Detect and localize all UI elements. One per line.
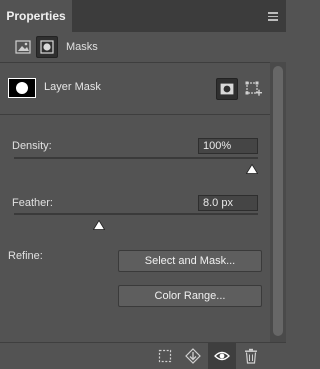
color-range-button[interactable]: Color Range...	[118, 285, 262, 307]
density-field[interactable]: 100%	[198, 138, 258, 154]
mask-thumbnail[interactable]	[8, 78, 36, 98]
load-selection-icon[interactable]	[156, 347, 174, 365]
tab-properties[interactable]: Properties	[0, 0, 72, 32]
properties-panel: Properties Masks Layer Mask Density: 100…	[0, 0, 286, 369]
feather-label: Feather:	[12, 197, 53, 209]
eye-icon	[213, 347, 231, 365]
vector-mask-icon[interactable]	[243, 79, 263, 99]
apply-mask-icon[interactable]	[184, 347, 202, 365]
layer-mask-label: Layer Mask	[44, 81, 101, 93]
scrollbar-thumb[interactable]	[273, 66, 283, 336]
color-range-label: Color Range...	[154, 290, 226, 302]
hamburger-menu-icon[interactable]	[268, 12, 278, 21]
feather-field[interactable]: 8.0 px	[198, 195, 258, 211]
trash-icon[interactable]	[242, 347, 260, 365]
density-label: Density:	[12, 140, 52, 152]
mask-properties-icon[interactable]	[36, 36, 58, 58]
layer-mask-row: Layer Mask	[0, 70, 270, 106]
refine-label: Refine:	[8, 250, 43, 262]
properties-type-row: Masks	[0, 32, 286, 62]
density-slider-track[interactable]	[14, 157, 258, 159]
bottom-toolbar	[0, 342, 286, 369]
density-slider-thumb[interactable]	[245, 161, 259, 174]
divider	[0, 62, 270, 63]
pixel-mask-icon[interactable]	[216, 78, 238, 100]
tab-properties-label: Properties	[6, 9, 66, 23]
masks-label: Masks	[66, 41, 98, 53]
tab-bar: Properties	[0, 0, 286, 32]
pixel-properties-icon[interactable]	[14, 38, 32, 56]
select-and-mask-button[interactable]: Select and Mask...	[118, 250, 262, 272]
feather-slider-track[interactable]	[14, 213, 258, 215]
divider	[0, 114, 270, 115]
select-and-mask-label: Select and Mask...	[144, 255, 236, 267]
feather-slider-thumb[interactable]	[92, 217, 105, 230]
eye-button[interactable]	[208, 343, 236, 369]
